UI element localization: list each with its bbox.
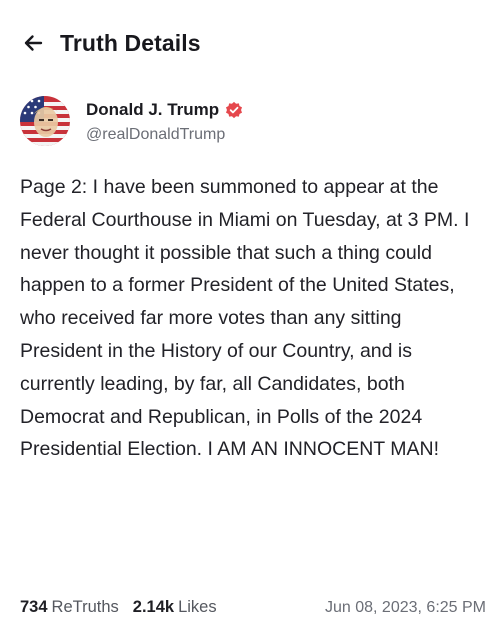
page-title: Truth Details — [60, 29, 201, 56]
back-button[interactable] — [20, 30, 46, 56]
retruths-count: 734 — [20, 598, 48, 616]
likes-label: Likes — [178, 598, 217, 616]
likes-count: 2.14k — [132, 598, 175, 616]
avatar-image — [20, 96, 70, 146]
author-handle[interactable]: @realDonaldTrump — [86, 126, 243, 144]
author-display-name[interactable]: Donald J. Trump — [86, 100, 219, 120]
arrow-left-icon — [24, 35, 43, 51]
page-header: Truth Details — [20, 26, 201, 60]
post-stats-bar: 734 ReTruths 2.14k Likes Jun 08, 2023, 6… — [20, 598, 486, 617]
post-body-text: Page 2: I have been summoned to appear a… — [20, 176, 470, 461]
author-meta: Donald J. Trump @realDonaldTrump — [86, 99, 243, 144]
retruths-stat[interactable]: 734 ReTruths — [20, 598, 119, 617]
retruths-label: ReTruths — [51, 598, 119, 616]
avatar[interactable] — [20, 96, 70, 146]
post-timestamp: Jun 08, 2023, 6:25 PM — [325, 599, 486, 616]
likes-stat[interactable]: 2.14k Likes — [133, 598, 217, 617]
verified-check-icon — [225, 101, 243, 119]
author-name-row: Donald J. Trump — [86, 99, 243, 121]
post-author: Donald J. Trump @realDonaldTrump — [20, 96, 243, 146]
